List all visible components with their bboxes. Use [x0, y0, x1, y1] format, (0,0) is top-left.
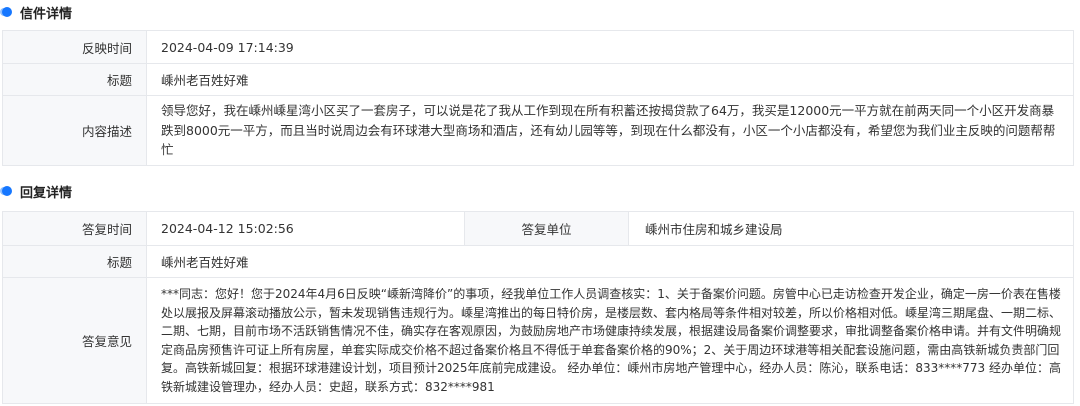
content-value: 领导您好，我在嵊州嵊星湾小区买了一套房子，可以说是花了我从工作到现在所有积蓄还按… [146, 95, 1074, 166]
table-row: 内容描述 领导您好，我在嵊州嵊星湾小区买了一套房子，可以说是花了我从工作到现在所… [2, 95, 1074, 166]
reply-unit-value: 嵊州市住房和城乡建设局 [628, 211, 1074, 246]
letter-details-table: 反映时间 2024-04-09 17:14:39 标题 嵊州老百姓好难 内容描述… [2, 30, 1074, 166]
reply-unit-label: 答复单位 [464, 211, 629, 246]
time-label: 反映时间 [2, 30, 147, 64]
reply-opinion-value: ***同志：您好！您于2024年4月6日反映“嵊新湾降价”的事项，经我单位工作人… [146, 277, 1074, 404]
letter-section-title: 信件详情 [20, 6, 73, 22]
content-label: 内容描述 [2, 95, 147, 166]
reply-title-label: 标题 [2, 245, 147, 278]
table-row: 反映时间 2024-04-09 17:14:39 [2, 30, 1074, 64]
table-row: 答复意见 ***同志：您好！您于2024年4月6日反映“嵊新湾降价”的事项，经我… [2, 277, 1074, 404]
reply-time-label: 答复时间 [2, 211, 147, 246]
reply-opinion-label: 答复意见 [2, 277, 147, 404]
time-value: 2024-04-09 17:14:39 [146, 30, 1074, 64]
title-label: 标题 [2, 63, 147, 96]
section-marker-icon [0, 5, 20, 19]
table-row: 标题 嵊州老百姓好难 [2, 245, 1074, 278]
reply-title-value: 嵊州老百姓好难 [146, 245, 1074, 278]
section-marker-icon [0, 184, 20, 198]
reply-section-title: 回复详情 [20, 185, 73, 201]
reply-time-value: 2024-04-12 15:02:56 [146, 211, 465, 246]
letter-section-header: 信件详情 [0, 1, 72, 23]
reply-section-header: 回复详情 [0, 180, 72, 202]
table-row: 答复时间 2024-04-12 15:02:56 答复单位 嵊州市住房和城乡建设… [2, 211, 1074, 246]
reply-details-table: 答复时间 2024-04-12 15:02:56 答复单位 嵊州市住房和城乡建设… [2, 211, 1074, 404]
title-value: 嵊州老百姓好难 [146, 63, 1074, 96]
table-row: 标题 嵊州老百姓好难 [2, 63, 1074, 96]
